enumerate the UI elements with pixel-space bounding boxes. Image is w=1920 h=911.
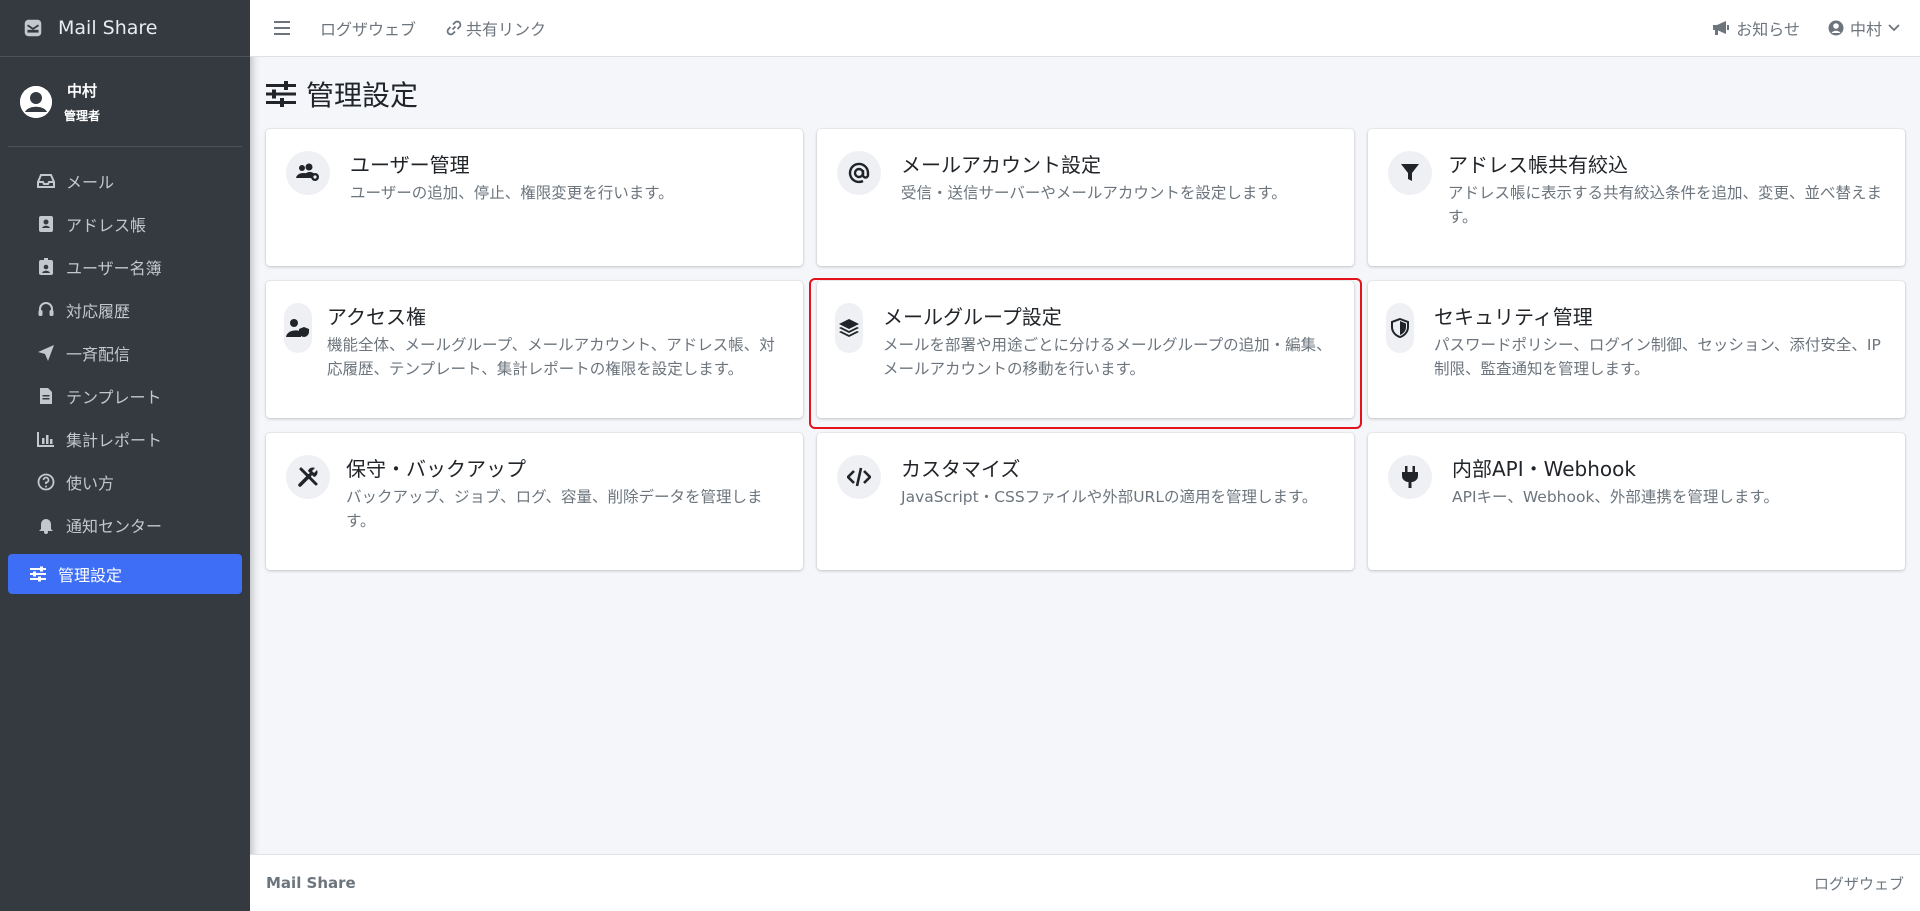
card-description: ユーザーの追加、停止、権限変更を行います。 (350, 184, 674, 202)
user-shield-icon (284, 303, 312, 353)
card-user-management[interactable]: ユーザー管理 ユーザーの追加、停止、権限変更を行います。 (266, 129, 803, 266)
sliders-icon (266, 81, 296, 107)
card-customize[interactable]: カスタマイズ JavaScript・CSSファイルや外部URLの適用を管理します… (817, 433, 1354, 570)
user-name: 中村 (67, 81, 98, 100)
footer: Mail Share ログザウェブ (250, 854, 1920, 911)
hamburger-menu-icon[interactable] (274, 21, 290, 35)
user-menu[interactable]: 中村 (1828, 16, 1900, 40)
topbar: ログザウェブ 共有リンク お知らせ 中村 (250, 0, 1920, 57)
card-description: JavaScript・CSSファイルや外部URLの適用を管理します。 (901, 488, 1318, 506)
mail-share-logo-icon (24, 19, 42, 37)
at-icon (837, 151, 881, 195)
sidebar-item-label: 通知センター (66, 516, 163, 536)
sidebar-item-templates[interactable]: テンプレート (8, 374, 242, 417)
brand[interactable]: Mail Share (0, 0, 250, 57)
notices-label: お知らせ (1736, 20, 1800, 39)
card-title: アドレス帳共有絞込 (1448, 153, 1628, 177)
question-circle-icon (36, 472, 56, 492)
topbar-right: お知らせ 中村 (1684, 16, 1900, 40)
sidebar-item-label: 集計レポート (66, 430, 163, 450)
main-content: 管理設定 ユーザー管理 ユーザーの追加、停止、権限変更を行います。 メールアカウ… (250, 57, 1920, 854)
sidebar-item-help[interactable]: 使い方 (8, 460, 242, 503)
id-badge-icon (36, 257, 56, 277)
card-address-book-filter[interactable]: アドレス帳共有絞込 アドレス帳に表示する共有絞込条件を追加、変更、並べ替えます。 (1368, 129, 1905, 266)
card-mail-group-settings[interactable]: メールグループ設定 メールを部署や用途ごとに分けるメールグループの追加・編集、メ… (817, 281, 1354, 418)
card-internal-api-webhook[interactable]: 内部API・Webhook APIキー、Webhook、外部連携を管理します。 (1368, 433, 1905, 570)
sidebar-item-notifications[interactable]: 通知センター (8, 503, 242, 546)
sidebar-item-label: 対応履歴 (66, 301, 131, 321)
sidebar-item-label: 管理設定 (58, 566, 123, 585)
card-description: アドレス帳に表示する共有絞込条件を追加、変更、並べ替えます。 (1448, 184, 1883, 226)
card-title: セキュリティ管理 (1434, 305, 1593, 329)
brand-name: Mail Share (58, 17, 158, 39)
sidebar-item-label: テンプレート (66, 387, 162, 407)
sidebar-item-user-directory[interactable]: ユーザー名簿 (8, 245, 242, 288)
bar-chart-icon (36, 429, 56, 449)
file-icon (36, 386, 56, 406)
notices-button[interactable]: お知らせ (1712, 16, 1800, 40)
card-mail-account-settings[interactable]: メールアカウント設定 受信・送信サーバーやメールアカウントを設定します。 (817, 129, 1354, 266)
user-role: 管理者 (64, 108, 101, 123)
card-title: ユーザー管理 (350, 153, 470, 177)
page-title-text: 管理設定 (306, 79, 419, 112)
card-title: メールアカウント設定 (901, 153, 1101, 177)
sidebar-item-label: アドレス帳 (66, 215, 147, 235)
card-title: メールグループ設定 (883, 305, 1062, 329)
sidebar-item-admin-settings[interactable]: 管理設定 (8, 554, 242, 594)
user-panel[interactable]: 中村 管理者 (8, 57, 242, 147)
inbox-icon (36, 171, 56, 191)
sidebar-item-label: 使い方 (66, 473, 115, 493)
headset-icon (36, 300, 56, 320)
megaphone-icon (1713, 21, 1730, 35)
sidebar: Mail Share 中村 管理者 メール アドレス帳 ユーザー名簿 対応履歴 … (0, 0, 250, 911)
sliders-icon (28, 564, 48, 584)
card-access-rights[interactable]: アクセス権 機能全体、メールグループ、メールアカウント、アドレス帳、対応履歴、テ… (266, 281, 803, 418)
shield-icon (1386, 303, 1414, 353)
card-title: アクセス権 (327, 305, 426, 329)
paper-plane-icon (36, 343, 56, 363)
filter-icon (1388, 151, 1432, 195)
card-description: バックアップ、ジョブ、ログ、容量、削除データを管理します。 (346, 488, 763, 530)
sidebar-nav: メール アドレス帳 ユーザー名簿 対応履歴 一斉配信 テンプレート 集計レポート (0, 159, 250, 594)
shared-link[interactable]: 共有リンク (446, 16, 546, 40)
sidebar-item-reports[interactable]: 集計レポート (8, 417, 242, 460)
link-icon (446, 20, 462, 36)
card-description: メールを部署や用途ごとに分けるメールグループの追加・編集、メールアカウントの移動… (883, 336, 1332, 378)
card-title: カスタマイズ (901, 457, 1021, 481)
sidebar-item-label: 一斉配信 (66, 344, 131, 364)
layers-icon (835, 303, 863, 353)
sidebar-item-label: ユーザー名簿 (66, 258, 162, 278)
logthe-web-link[interactable]: ログザウェブ (320, 16, 416, 40)
card-description: パスワードポリシー、ログイン制御、セッション、添付安全、IP制限、監査通知を管理… (1434, 336, 1881, 378)
card-description: APIキー、Webhook、外部連携を管理します。 (1452, 488, 1779, 506)
card-maintenance-backup[interactable]: 保守・バックアップ バックアップ、ジョブ、ログ、容量、削除データを管理します。 (266, 433, 803, 570)
card-security-management[interactable]: セキュリティ管理 パスワードポリシー、ログイン制御、セッション、添付安全、IP制… (1368, 281, 1905, 418)
card-description: 受信・送信サーバーやメールアカウントを設定します。 (901, 184, 1287, 202)
card-description: 機能全体、メールグループ、メールアカウント、アドレス帳、対応履歴、テンプレート、… (327, 336, 775, 378)
address-book-icon (36, 214, 56, 234)
sidebar-item-history[interactable]: 対応履歴 (8, 288, 242, 331)
user-circle-icon (1828, 20, 1844, 36)
card-title: 内部API・Webhook (1452, 457, 1636, 481)
sidebar-item-label: メール (66, 172, 115, 192)
plug-icon (1388, 455, 1432, 499)
users-gear-icon (286, 151, 330, 195)
chevron-down-icon (1888, 24, 1900, 32)
footer-brand: Mail Share (266, 874, 356, 892)
page-title: 管理設定 (266, 74, 418, 114)
sidebar-item-address-book[interactable]: アドレス帳 (8, 202, 242, 245)
user-avatar-icon (20, 85, 52, 118)
bell-icon (36, 515, 56, 535)
card-title: 保守・バックアップ (346, 457, 526, 481)
sidebar-item-broadcast[interactable]: 一斉配信 (8, 331, 242, 374)
tools-icon (286, 455, 330, 499)
user-menu-label: 中村 (1849, 20, 1882, 39)
shared-link-label: 共有リンク (466, 20, 547, 39)
footer-link[interactable]: ログザウェブ (1814, 873, 1904, 894)
code-icon (837, 455, 881, 499)
sidebar-item-mail[interactable]: メール (8, 159, 242, 202)
